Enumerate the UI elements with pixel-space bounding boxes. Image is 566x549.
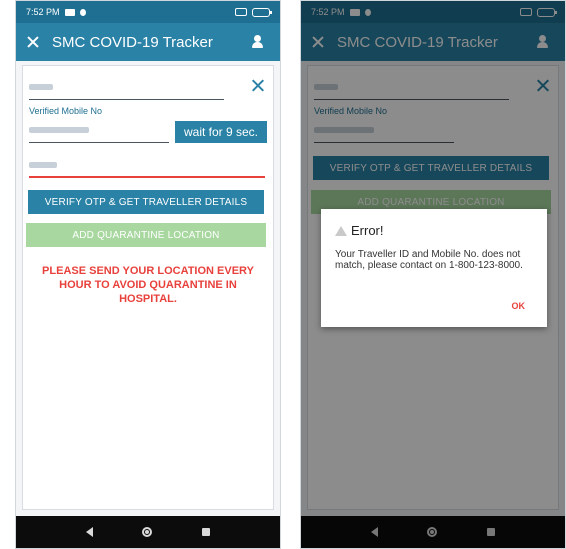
app-title: SMC COVID-19 Tracker	[52, 33, 213, 51]
mobile-masked-value	[29, 127, 89, 133]
mobile-label: Verified Mobile No	[29, 106, 103, 116]
notification-icon	[79, 8, 86, 16]
app-bar: SMC COVID-19 Tracker	[16, 23, 280, 61]
traveller-id-masked-value	[29, 84, 53, 90]
phone-screen-error: 7:52 PM SMC COVID-19 Tracker Verified Mo…	[300, 0, 566, 549]
android-nav-bar	[16, 516, 280, 548]
wait-button[interactable]: wait for 9 sec.	[175, 121, 267, 143]
home-icon[interactable]	[142, 527, 153, 537]
mobile-underline	[29, 142, 169, 143]
otp-masked-value	[29, 162, 57, 168]
location-warning: PLEASE SEND YOUR LOCATION EVERY HOUR TO …	[42, 265, 254, 305]
user-edit-icon[interactable]	[252, 35, 270, 49]
mobile-field[interactable]	[29, 121, 169, 143]
warning-icon	[335, 226, 347, 236]
signal-icon	[235, 8, 247, 16]
status-time: 7:52 PM	[26, 7, 60, 17]
recent-apps-icon[interactable]	[202, 528, 211, 536]
error-dialog-title: Error!	[351, 223, 384, 238]
traveller-id-field[interactable]	[29, 78, 224, 100]
add-quarantine-location-button[interactable]: ADD QUARANTINE LOCATION	[26, 223, 266, 247]
battery-icon	[252, 7, 272, 17]
otp-underline	[29, 176, 265, 178]
ok-button[interactable]: OK	[512, 301, 526, 311]
back-icon[interactable]	[85, 527, 93, 537]
message-icon	[64, 8, 75, 16]
error-dialog: Error! Your Traveller ID and Mobile No. …	[321, 209, 547, 327]
status-bar: 7:52 PM	[16, 1, 280, 23]
error-dialog-message: Your Traveller ID and Mobile No. does no…	[335, 249, 523, 271]
close-icon[interactable]	[26, 35, 40, 49]
verify-otp-button[interactable]: VERIFY OTP & GET TRAVELLER DETAILS	[28, 190, 264, 214]
traveller-id-underline	[29, 99, 224, 100]
form-card: Verified Mobile No wait for 9 sec. VERIF…	[22, 65, 274, 510]
otp-field[interactable]	[29, 156, 265, 178]
clear-field-icon[interactable]	[250, 78, 265, 93]
form-content: Verified Mobile No wait for 9 sec. VERIF…	[16, 61, 280, 516]
phone-screen-form: 7:52 PM SMC COVID-19 Tracker Verified Mo…	[15, 0, 281, 549]
